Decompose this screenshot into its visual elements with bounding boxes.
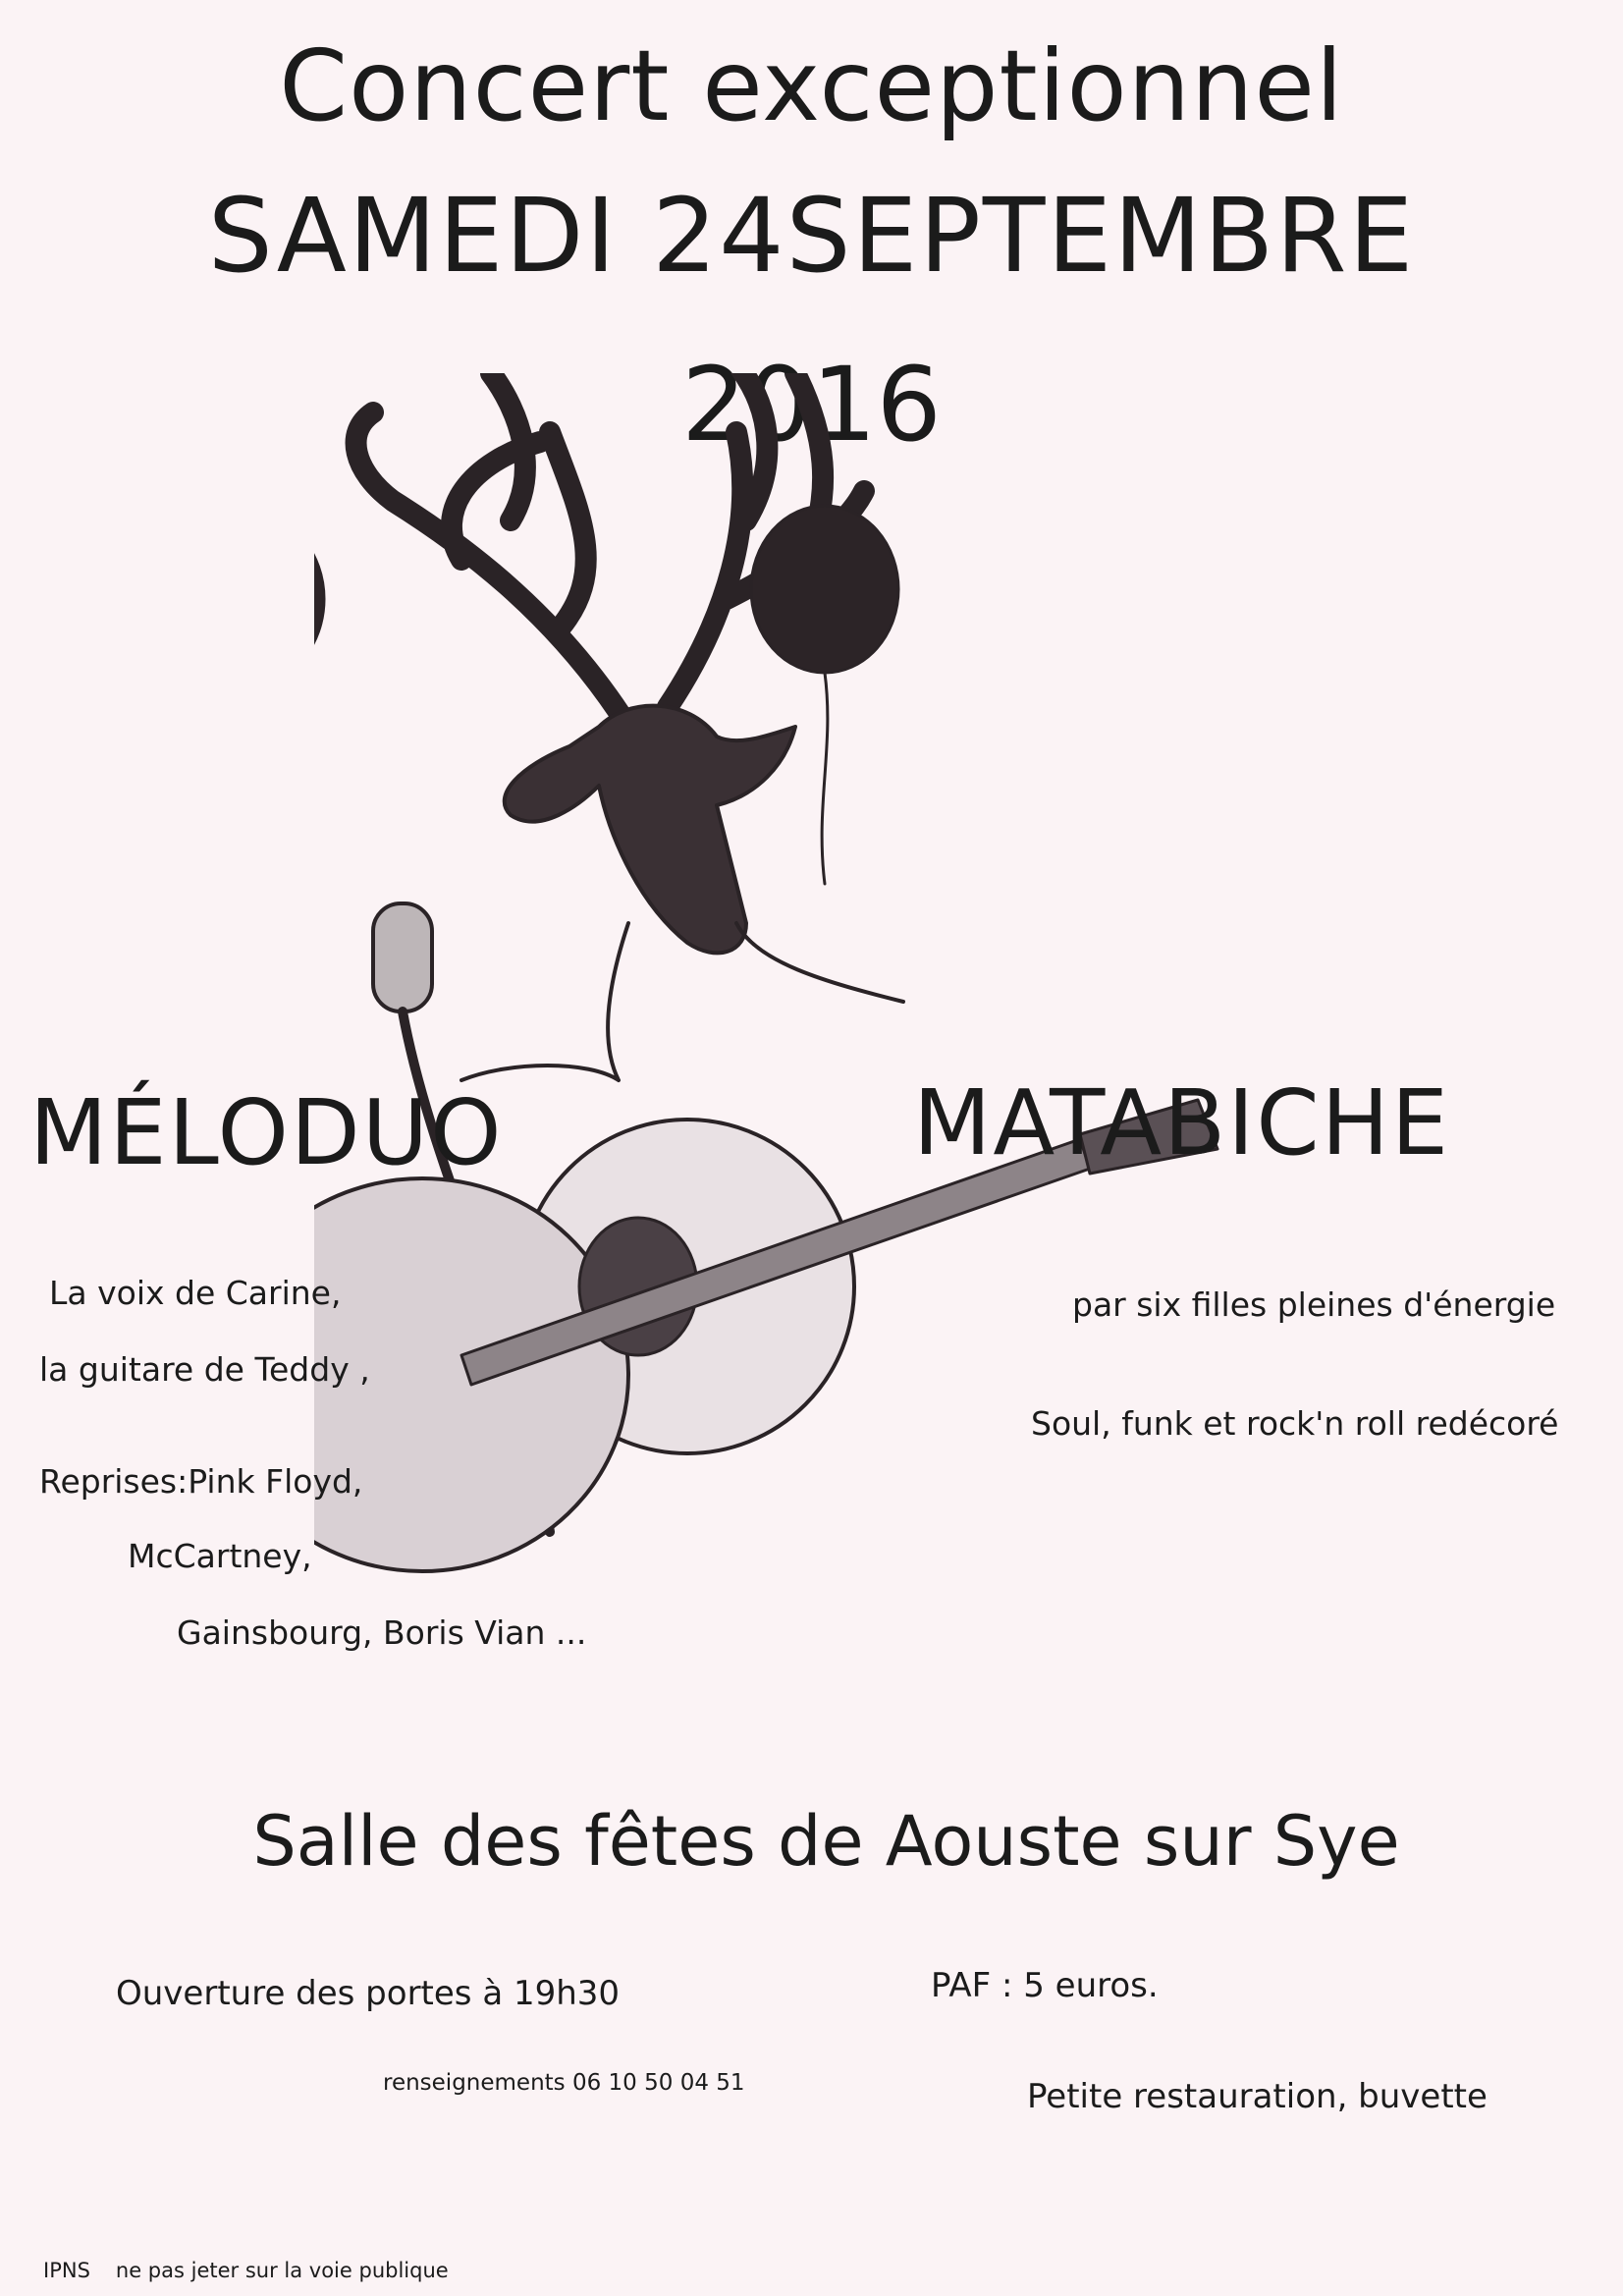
title-date: SAMEDI 24SEPTEMBRE <box>207 176 1416 296</box>
band-name-meloduo: MÉLODUO <box>29 1080 504 1185</box>
meloduo-line: McCartney, <box>128 1537 312 1575</box>
right-balloon-string <box>820 671 830 886</box>
price: PAF : 5 euros. <box>931 1966 1159 2005</box>
band-name-matabiche: MATABICHE <box>913 1070 1450 1175</box>
food-and-drinks: Petite restauration, buvette <box>1027 2077 1488 2116</box>
deer-head <box>502 703 797 956</box>
doors-opening: Ouverture des portes à 19h30 <box>116 1974 621 2013</box>
matabiche-line: par six filles pleines d'énergie <box>1072 1285 1556 1324</box>
meloduo-line: Reprises:Pink Floyd, <box>39 1462 363 1501</box>
deer-body <box>460 921 905 1082</box>
meloduo-line: La voix de Carine, <box>49 1274 342 1312</box>
microphone-head <box>371 902 434 1013</box>
left-balloon <box>314 553 326 645</box>
footer-notice: ne pas jeter sur la voie publique <box>115 2259 449 2282</box>
matabiche-line: Soul, funk et rock'n roll redécoré <box>1031 1404 1559 1443</box>
left-antler <box>345 373 639 738</box>
footer: IPNS ne pas jeter sur la voie publique <box>43 2261 449 2281</box>
right-balloon <box>749 504 900 675</box>
venue: Salle des fêtes de Aouste sur Sye <box>252 1801 1400 1882</box>
title-line-1: Concert exceptionnel <box>279 28 1344 143</box>
contact-phone: renseignements 06 10 50 04 51 <box>383 2070 745 2096</box>
meloduo-line: la guitare de Teddy , <box>39 1350 370 1389</box>
meloduo-line: Gainsbourg, Boris Vian ... <box>177 1613 587 1652</box>
footer-ipns: IPNS <box>43 2259 90 2282</box>
